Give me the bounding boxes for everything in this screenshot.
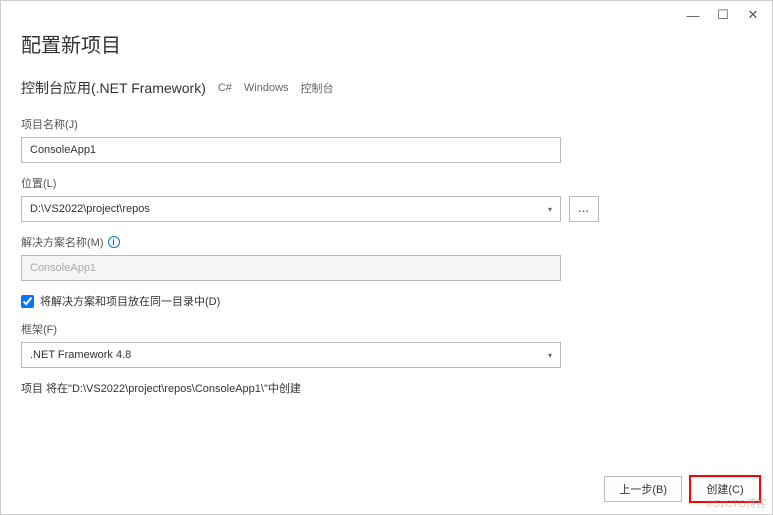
titlebar: — ☐ ✕ [1, 1, 772, 29]
tag-language: C# [218, 82, 232, 94]
project-type-row: 控制台应用(.NET Framework) C# Windows 控制台 [21, 78, 752, 98]
chevron-down-icon: ▾ [548, 351, 552, 360]
project-name-input[interactable] [21, 137, 561, 163]
project-path-text: 项目 将在"D:\VS2022\project\repos\ConsoleApp… [21, 380, 752, 396]
maximize-button[interactable]: ☐ [708, 3, 738, 27]
solution-name-input [21, 255, 561, 281]
same-directory-row: 将解决方案和项目放在同一目录中(D) [21, 293, 752, 309]
framework-dropdown[interactable]: .NET Framework 4.8 ▾ [21, 342, 561, 368]
framework-group: 框架(F) .NET Framework 4.8 ▾ [21, 321, 752, 368]
location-group: 位置(L) D:\VS2022\project\repos ▾ ... [21, 175, 752, 222]
location-value: D:\VS2022\project\repos [30, 203, 150, 215]
create-button[interactable]: 创建(C) [690, 476, 760, 502]
browse-button[interactable]: ... [569, 196, 599, 222]
same-directory-label: 将解决方案和项目放在同一目录中(D) [40, 293, 220, 309]
solution-name-label: 解决方案名称(M) i [21, 234, 752, 250]
close-button[interactable]: ✕ [738, 3, 768, 27]
back-button[interactable]: 上一步(B) [604, 476, 682, 502]
page-title: 配置新项目 [21, 29, 752, 58]
minimize-button[interactable]: — [678, 3, 708, 27]
info-icon[interactable]: i [108, 236, 120, 248]
main-content: 配置新项目 控制台应用(.NET Framework) C# Windows 控… [1, 29, 772, 396]
location-label: 位置(L) [21, 175, 752, 191]
solution-name-group: 解决方案名称(M) i [21, 234, 752, 281]
same-directory-checkbox[interactable] [21, 295, 34, 308]
project-name-label: 项目名称(J) [21, 116, 752, 132]
tag-type: 控制台 [301, 80, 334, 96]
location-dropdown[interactable]: D:\VS2022\project\repos ▾ [21, 196, 561, 222]
framework-label: 框架(F) [21, 321, 752, 337]
action-bar: 上一步(B) 创建(C) [604, 476, 760, 502]
chevron-down-icon: ▾ [548, 205, 552, 214]
framework-value: .NET Framework 4.8 [30, 349, 131, 361]
project-name-group: 项目名称(J) [21, 116, 752, 163]
project-type-label: 控制台应用(.NET Framework) [21, 78, 206, 98]
tag-platform: Windows [244, 82, 289, 94]
